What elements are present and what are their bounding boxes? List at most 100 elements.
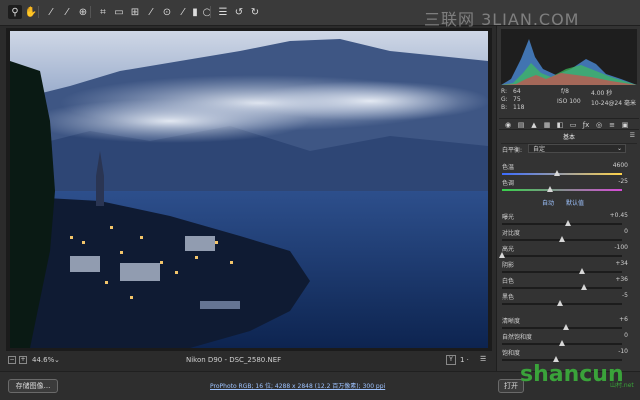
slider-track[interactable] (502, 324, 622, 330)
slider-thumb[interactable] (556, 300, 563, 306)
slider-thumb[interactable] (580, 284, 587, 290)
zoom-chevron-icon[interactable]: ⌄ (54, 356, 60, 364)
target-adjust-icon[interactable]: ⊕ (76, 5, 90, 19)
slider-thumb[interactable] (547, 186, 553, 192)
slider-value[interactable]: -100 (614, 244, 628, 251)
slider-track[interactable] (502, 236, 622, 242)
b-label: B: (501, 104, 508, 111)
image-preview[interactable] (10, 31, 488, 348)
toolbar-separator (210, 6, 211, 18)
white-balance-label: 白平衡: (502, 147, 523, 154)
white-balance-select[interactable]: 自定 ⌄ (528, 144, 626, 153)
zoom-icon[interactable]: ⚲ (8, 5, 22, 19)
g-value: 75 (513, 96, 521, 103)
hsl-tab-icon[interactable]: ▦ (542, 120, 552, 130)
zoom-out-icon[interactable]: − (8, 356, 16, 364)
hand-icon[interactable]: ✋ (24, 5, 38, 19)
rotate-right-icon[interactable]: ↻ (248, 5, 262, 19)
workflow-options-link[interactable]: ProPhoto RGB; 16 位; 4288 x 2848 (12.2 百万… (210, 381, 410, 390)
white-balance-icon[interactable]: ⁄ (44, 5, 58, 19)
slider-value[interactable]: +0.45 (610, 212, 628, 219)
save-image-button[interactable]: 存储图像... (8, 379, 58, 393)
auto-button[interactable]: 自动 (542, 198, 554, 207)
slider-track[interactable] (499, 252, 622, 258)
slider-value[interactable]: 0 (624, 332, 628, 339)
color-sampler-icon[interactable]: ⁄ (60, 5, 74, 19)
slider-thumb[interactable] (554, 170, 561, 176)
slider-label: 黑色 (502, 294, 515, 301)
slider-track[interactable] (502, 170, 622, 176)
slider-track[interactable] (502, 268, 622, 274)
aperture: f/8 (561, 88, 569, 95)
slider-value[interactable]: 4600 (613, 162, 628, 169)
lens-tab-icon[interactable]: ▭ (568, 120, 578, 130)
white-balance-row: 白平衡: 自定 ⌄ (502, 144, 634, 154)
slider-label: 白色 (502, 278, 515, 285)
crop-icon[interactable]: ⌗ (96, 5, 110, 19)
histogram-graph (501, 39, 637, 85)
slider-row: 色调 -25 (502, 178, 634, 196)
slider-value[interactable]: -10 (618, 348, 628, 355)
slider-thumb[interactable] (565, 220, 571, 226)
preferences-menu-icon[interactable]: ☰ (480, 355, 486, 363)
slider-value[interactable]: +36 (615, 276, 628, 283)
slider-track[interactable] (502, 220, 622, 226)
split-toning-tab-icon[interactable]: ◧ (555, 120, 565, 130)
slider-thumb[interactable] (562, 324, 569, 330)
panel-title-text: 基本 (562, 134, 575, 141)
slider-label: 清晰度 (502, 318, 521, 325)
snapshots-tab-icon[interactable]: ▣ (620, 120, 630, 130)
transform-icon[interactable]: ⊞ (128, 5, 142, 19)
slider-label: 阴影 (502, 262, 515, 269)
slider-thumb[interactable] (559, 236, 565, 242)
r-label: R: (501, 88, 508, 95)
auto-default-row: 自动 默认值 (502, 198, 634, 207)
slider-thumb[interactable] (559, 340, 565, 346)
straighten-icon[interactable]: ▭ (112, 5, 126, 19)
preferences-icon[interactable]: ☰ (216, 5, 230, 19)
preview-statusbar: − + 44.6% ⌄ Nikon D90 - DSC_2580.NEF Y 1… (6, 355, 492, 369)
slider-thumb[interactable] (499, 252, 505, 258)
slider-track[interactable] (502, 284, 622, 290)
slider-value[interactable]: -5 (622, 292, 628, 299)
zoom-in-icon[interactable]: + (19, 356, 27, 364)
slider-label: 色温 (502, 164, 515, 171)
slider-value[interactable]: +34 (615, 260, 628, 267)
slider-row: 黑色 -5 (502, 292, 634, 310)
site-watermark: shancun 山村.net (520, 358, 638, 396)
before-after-button[interactable]: Y (446, 355, 456, 365)
effects-tab-icon[interactable]: ƒx (581, 120, 591, 130)
g-label: G: (501, 96, 508, 103)
red-eye-icon[interactable]: ⊙ (160, 5, 174, 19)
slider-label: 对比度 (502, 230, 521, 237)
slider-value[interactable]: +6 (619, 316, 628, 323)
panel-tabs: ◉ ▤ ▲ ▦ ◧ ▭ ƒx ◎ ≡ ▣ (499, 118, 639, 130)
shutter-speed: 4.00 秒 (591, 90, 613, 97)
slider-label: 色调 (502, 180, 515, 187)
presets-tab-icon[interactable]: ≡ (607, 120, 617, 130)
tone-curve-tab-icon[interactable]: ▤ (516, 120, 526, 130)
slider-track[interactable] (502, 186, 622, 192)
spot-removal-icon[interactable]: ⁄ (144, 5, 158, 19)
toolbar-separator (38, 6, 39, 18)
white-balance-value: 自定 (533, 146, 546, 153)
basic-tab-icon[interactable]: ◉ (503, 120, 513, 130)
slider-track[interactable] (502, 300, 622, 306)
rgb-readout: R: 64 G: 75 B: 118 f/8 4.00 秒 ISO 100 10… (501, 88, 637, 114)
default-button[interactable]: 默认值 (566, 198, 584, 207)
slider-thumb[interactable] (579, 268, 586, 274)
slider-track[interactable] (502, 340, 622, 346)
detail-tab-icon[interactable]: ▲ (529, 120, 539, 130)
slider-value[interactable]: 0 (624, 228, 628, 235)
chevron-down-icon: ⌄ (616, 145, 622, 152)
camera-calibration-tab-icon[interactable]: ◎ (594, 120, 604, 130)
rotate-left-icon[interactable]: ↺ (232, 5, 246, 19)
b-value: 118 (513, 104, 525, 111)
panel-menu-icon[interactable]: ☰ (630, 132, 635, 139)
compare-toggle[interactable]: 1 · (460, 356, 469, 364)
slider-label: 饱和度 (502, 350, 521, 357)
filename: Nikon D90 - DSC_2580.NEF (186, 356, 282, 364)
zoom-level[interactable]: 44.6% (32, 356, 54, 364)
radial-filter-icon[interactable]: ○ (200, 5, 214, 19)
slider-value[interactable]: -25 (618, 178, 628, 185)
